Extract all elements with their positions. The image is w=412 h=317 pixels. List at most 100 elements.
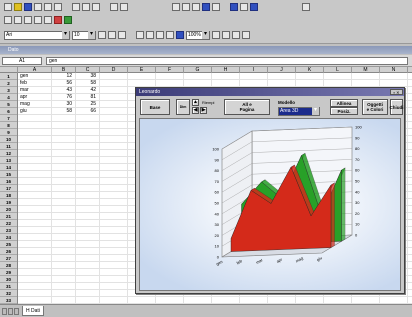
fill-color-icon[interactable] (54, 16, 62, 24)
window-close-icon[interactable]: ▪ ✕ (390, 89, 403, 95)
cell-b-6[interactable]: 58 (52, 108, 72, 115)
align-right-icon[interactable] (156, 31, 164, 39)
row-header-8[interactable]: 8 (0, 122, 17, 129)
row-header-24[interactable]: 24 (0, 234, 17, 241)
italic-format-icon[interactable] (108, 31, 116, 39)
row-header-22[interactable]: 22 (0, 220, 17, 227)
cell-b-1[interactable]: 12 (52, 73, 72, 80)
chart-wizard-icon[interactable] (230, 3, 238, 11)
comma-icon[interactable] (222, 31, 230, 39)
paste-icon[interactable] (92, 3, 100, 11)
rectangle-icon[interactable] (24, 16, 32, 24)
cell-c-6[interactable]: 66 (76, 108, 96, 115)
base-button[interactable]: Base (140, 99, 170, 115)
chart-window[interactable]: Leonardo ▪ ✕ Base Dim ▲ ◀ ▶ Riempi All e… (135, 87, 405, 294)
row-header-20[interactable]: 20 (0, 206, 17, 213)
cell-a-4[interactable]: apr (20, 94, 50, 101)
cell-a-5[interactable]: mag (20, 101, 50, 108)
cell-b-5[interactable]: 30 (52, 101, 72, 108)
new-icon[interactable] (4, 3, 12, 11)
cell-a-3[interactable]: mar (20, 87, 50, 94)
row-header-17[interactable]: 17 (0, 185, 17, 192)
row-header-11[interactable]: 11 (0, 143, 17, 150)
sort-icon[interactable] (202, 3, 210, 11)
map-icon[interactable] (250, 3, 258, 11)
first-sheet-button[interactable] (2, 308, 7, 315)
open-icon[interactable] (14, 3, 22, 11)
row-header-1[interactable]: 1 (0, 73, 17, 80)
row-header-25[interactable]: 25 (0, 241, 17, 248)
copy-icon[interactable] (82, 3, 90, 11)
cell-a-1[interactable]: gen (20, 73, 50, 80)
arrow-up-button[interactable]: ▲ (192, 99, 199, 106)
close-chart-button[interactable]: Chiudi (390, 99, 404, 115)
cell-b-2[interactable]: 56 (52, 80, 72, 87)
row-header-5[interactable]: 5 (0, 101, 17, 108)
row-header-3[interactable]: 3 (0, 87, 17, 94)
zoom-select[interactable]: 100% (186, 30, 210, 40)
row-header-29[interactable]: 29 (0, 269, 17, 276)
bold-icon[interactable] (172, 3, 180, 11)
cell-c-5[interactable]: 25 (76, 101, 96, 108)
cut-icon[interactable] (72, 3, 80, 11)
currency-icon[interactable] (176, 31, 184, 39)
arrow-right-button[interactable]: ▶ (200, 107, 207, 114)
chart-window-titlebar[interactable]: Leonardo ▪ ✕ (136, 88, 404, 96)
row-header-28[interactable]: 28 (0, 262, 17, 269)
line-color-icon[interactable] (64, 16, 72, 24)
row-header-21[interactable]: 21 (0, 213, 17, 220)
row-header-13[interactable]: 13 (0, 157, 17, 164)
preview-icon[interactable] (44, 3, 52, 11)
row-header-19[interactable]: 19 (0, 199, 17, 206)
row-header-6[interactable]: 6 (0, 108, 17, 115)
next-sheet-button[interactable] (14, 308, 19, 315)
italic-icon[interactable] (182, 3, 190, 11)
cell-a-2[interactable]: feb (20, 80, 50, 87)
row-header-27[interactable]: 27 (0, 255, 17, 262)
cell-b-4[interactable]: 76 (52, 94, 72, 101)
align-button[interactable]: Allinea (330, 99, 358, 107)
align-left-icon[interactable] (136, 31, 144, 39)
undo-icon[interactable] (110, 3, 118, 11)
select-arrow-icon[interactable] (4, 16, 12, 24)
merge-center-icon[interactable] (166, 31, 174, 39)
row-header-30[interactable]: 30 (0, 276, 17, 283)
spell-icon[interactable] (54, 3, 62, 11)
row-header-4[interactable]: 4 (0, 94, 17, 101)
font-name-select[interactable]: Ari (4, 30, 70, 40)
row-header-23[interactable]: 23 (0, 227, 17, 234)
line-icon[interactable] (14, 16, 22, 24)
underline-icon[interactable] (192, 3, 200, 11)
row-header-7[interactable]: 7 (0, 115, 17, 122)
cell-a-6[interactable]: giu (20, 108, 50, 115)
cell-c-1[interactable]: 38 (76, 73, 96, 80)
cell-c-2[interactable]: 58 (76, 80, 96, 87)
row-header-26[interactable]: 26 (0, 248, 17, 255)
cell-b-3[interactable]: 43 (52, 87, 72, 94)
prev-sheet-button[interactable] (8, 308, 13, 315)
cell-c-3[interactable]: 42 (76, 87, 96, 94)
row-header-12[interactable]: 12 (0, 150, 17, 157)
decrease-decimal-icon[interactable] (242, 31, 250, 39)
ellipse-icon[interactable] (34, 16, 42, 24)
row-header-9[interactable]: 9 (0, 129, 17, 136)
size-stepper[interactable]: Dim (176, 99, 190, 115)
save-icon[interactable] (24, 3, 32, 11)
arrow-left-button[interactable]: ◀ (192, 107, 199, 114)
row-header-33[interactable]: 33 (0, 297, 17, 304)
model-select[interactable]: Area 3D (278, 107, 320, 116)
cell-c-4[interactable]: 81 (76, 94, 96, 101)
print-icon[interactable] (34, 3, 42, 11)
formula-input[interactable]: gen (46, 57, 408, 65)
row-header-15[interactable]: 15 (0, 171, 17, 178)
all-pages-button[interactable]: All e Pagina (224, 99, 270, 115)
align-center-icon[interactable] (146, 31, 154, 39)
help-icon[interactable] (302, 3, 310, 11)
redo-icon[interactable] (120, 3, 128, 11)
sheet-tab[interactable]: H Dati (22, 306, 44, 316)
increase-decimal-icon[interactable] (232, 31, 240, 39)
row-header-10[interactable]: 10 (0, 136, 17, 143)
row-header-14[interactable]: 14 (0, 164, 17, 171)
autosum-icon[interactable] (212, 3, 220, 11)
font-size-select[interactable]: 10 (72, 30, 96, 40)
